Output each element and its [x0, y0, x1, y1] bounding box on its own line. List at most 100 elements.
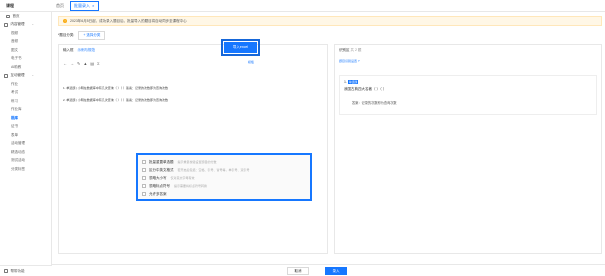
sidebar-item-label: 表单 — [11, 132, 18, 137]
sidebar: 首页内容管理 ^ 视频音频图文电子书 AI助教互动管理 ^ 作业考试练习作业库题库证书表单… — [0, 12, 52, 276]
sidebar-item-label: 作业库 — [11, 107, 22, 112]
sidebar-item[interactable]: 测试活动 — [0, 157, 51, 166]
sidebar-item[interactable]: 图文 — [0, 46, 51, 55]
submit-button[interactable]: 录入 — [325, 267, 347, 275]
formula-icon[interactable]: Σ — [97, 61, 99, 66]
sidebar-item-label: 证书 — [11, 124, 18, 129]
sidebar-item-label: 图文 — [11, 47, 18, 52]
select-category-button[interactable]: + 选择分类 — [78, 31, 106, 40]
sidebar-item-label: 测试活动 — [11, 158, 25, 163]
home-icon — [6, 14, 10, 18]
recognition-settings-link[interactable]: 题目识别设置 ? — [339, 59, 360, 63]
triangle-icon[interactable]: ▲ — [83, 61, 87, 66]
option-hint: 若开启后包括：空格、引号、冒号等，单引号、双引号 — [177, 168, 250, 172]
input-panel: 输入框 示例与规范 ← → ✎ ▲ ▤ Σ 1. 单选题 | 小明在数据库中有几… — [58, 44, 328, 254]
sidebar-item-label: 考试 — [11, 90, 18, 95]
recognition-panel: 识别区 共 2 题 题目识别设置 ? 1. 单选题 我国古典四大名著（ ）（ ） … — [334, 44, 602, 254]
sidebar-item-label: 电子书 — [11, 56, 22, 61]
sidebar-item-label: 视频 — [11, 30, 18, 35]
main-content: ! 2023年6月5日起，成功录入题目后，批量导入的题目将自动同步至课程中心 *… — [52, 12, 605, 264]
option-hint: 提示重复校验设置题目的分数 — [177, 160, 217, 164]
sidebar-item[interactable]: 精选动态 — [0, 148, 51, 157]
sidebar-item-label: 活动管理 — [11, 141, 25, 146]
option-row[interactable]: 区分中英文格式 若开启后包括：空格、引号、冒号等，单引号、双引号 — [142, 166, 306, 174]
sidebar-footer[interactable]: 帮带功能 — [0, 265, 52, 276]
sidebar-item-label: 作业 — [11, 81, 18, 86]
image-icon[interactable]: ▤ — [90, 61, 94, 66]
sidebar-item-label: 题库 — [11, 115, 18, 120]
option-label: 忽略标点符号 — [149, 183, 170, 188]
recognition-options: 批量重置单选题 提示重复校验设置题目的分数 区分中英文格式 若开启后包括：空格、引号、… — [136, 153, 312, 201]
undo-icon[interactable]: ← — [63, 61, 67, 66]
option-checkbox[interactable] — [142, 160, 146, 164]
grid-icon — [4, 269, 8, 273]
input-line[interactable]: 2. 单选题 | 小明在数据库中有几次查询（ ）（ ）答案：记录的次数即为查询次… — [63, 98, 168, 102]
warning-icon: ! — [63, 19, 67, 23]
sidebar-item[interactable]: 视频 — [0, 29, 51, 38]
chevron-up-icon[interactable]: ^ — [32, 23, 33, 27]
sidebar-item[interactable]: 题库 — [0, 114, 51, 123]
input-line[interactable]: 1. 单选题 | 小明在数据库中有几次查询（ ）（ ）答案：记录的次数即为查询次… — [63, 86, 168, 90]
sidebar-item[interactable]: 电子书 — [0, 55, 51, 64]
option-hint: 提示需要将标点符号转换 — [174, 184, 208, 188]
option-row[interactable]: 允许多答案 — [142, 190, 306, 198]
option-label: 区分中英文格式 — [149, 167, 174, 172]
import-excel-button[interactable]: 导入excel — [221, 39, 260, 56]
category-row: *题目分类: + 选择分类 — [58, 31, 106, 40]
recognition-title: 识别区 — [339, 48, 350, 52]
sidebar-item-label: 精选动态 — [11, 149, 25, 154]
category-label: *题目分类: — [58, 33, 75, 37]
option-checkbox[interactable] — [142, 192, 146, 196]
notice-banner: ! 2023年6月5日起，成功录入题目后，批量导入的题目将自动同步至课程中心 — [58, 16, 602, 26]
question-type-badge: 单选题 — [347, 80, 359, 84]
question-number: 1. — [344, 80, 347, 84]
input-panel-header: 输入框 示例与规范 — [59, 45, 327, 55]
chevron-up-icon[interactable]: ^ — [32, 74, 33, 78]
sidebar-item[interactable]: 音频 — [0, 38, 51, 47]
option-checkbox[interactable] — [142, 176, 146, 180]
sidebar-item[interactable]: 作业 — [0, 80, 51, 89]
sidebar-item[interactable]: 考试 — [0, 89, 51, 98]
tab-batch-import[interactable]: 批量录入 ✕ — [70, 0, 99, 11]
sidebar-item[interactable]: 表单 — [0, 131, 51, 140]
close-icon[interactable]: ✕ — [92, 2, 95, 10]
sidebar-item[interactable]: 内容管理 ^ — [0, 21, 51, 30]
folder-icon — [4, 74, 8, 78]
sidebar-item-label: 互动管理 — [10, 73, 25, 78]
option-row[interactable]: 批量重置单选题 提示重复校验设置题目的分数 — [142, 158, 306, 166]
option-row[interactable]: 忽略标点符号 提示需要将标点符号转换 — [142, 182, 306, 190]
sidebar-item[interactable]: 互动管理 ^ — [0, 72, 51, 81]
top-bar: 课程 首页 批量录入 ✕ — [0, 0, 605, 12]
footer-bar: 取消 录入 — [52, 264, 605, 276]
question-card[interactable]: 1. 单选题 我国古典四大名著（ ）（ ） 答案：记录的次数即为查询次数 — [339, 75, 597, 115]
option-label: 忽略大小写 — [149, 175, 167, 180]
sidebar-item-label: 练习 — [11, 98, 18, 103]
sidebar-item[interactable]: 分类标签 — [0, 165, 51, 174]
sidebar-item-label: 内容管理 — [10, 22, 25, 27]
cancel-button[interactable]: 取消 — [287, 267, 309, 275]
option-label: 允许多答案 — [149, 191, 167, 196]
sidebar-item[interactable]: 首页 — [0, 12, 51, 21]
redo-icon[interactable]: → — [70, 61, 74, 66]
option-checkbox[interactable] — [142, 184, 146, 188]
folder-icon — [4, 23, 8, 27]
question-count: 共 2 题 — [350, 48, 362, 52]
option-checkbox[interactable] — [142, 168, 146, 172]
input-panel-title: 输入框 — [63, 47, 74, 52]
question-answer: 答案：记录的次数即为查询次数 — [352, 101, 397, 105]
sidebar-item-label: 首页 — [12, 13, 20, 18]
sidebar-item[interactable]: 证书 — [0, 123, 51, 132]
sidebar-item[interactable]: 作业库 — [0, 106, 51, 115]
editor-toolbar: ← → ✎ ▲ ▤ Σ — [63, 61, 100, 66]
template-link[interactable]: 模板 — [248, 60, 254, 64]
sidebar-item[interactable]: AI助教 — [0, 63, 51, 72]
example-link[interactable]: 示例与规范 — [78, 48, 96, 53]
pen-icon[interactable]: ✎ — [77, 61, 80, 66]
sidebar-item-label: AI助教 — [11, 64, 22, 69]
sidebar-item[interactable]: 练习 — [0, 97, 51, 106]
option-row[interactable]: 忽略大小写 仅对英文字母有效 — [142, 174, 306, 182]
tab-home[interactable]: 首页 — [52, 0, 68, 12]
sidebar-item[interactable]: 活动管理 — [0, 140, 51, 149]
sidebar-item-label: 音频 — [11, 39, 18, 44]
option-hint: 仅对英文字母有效 — [170, 176, 195, 180]
